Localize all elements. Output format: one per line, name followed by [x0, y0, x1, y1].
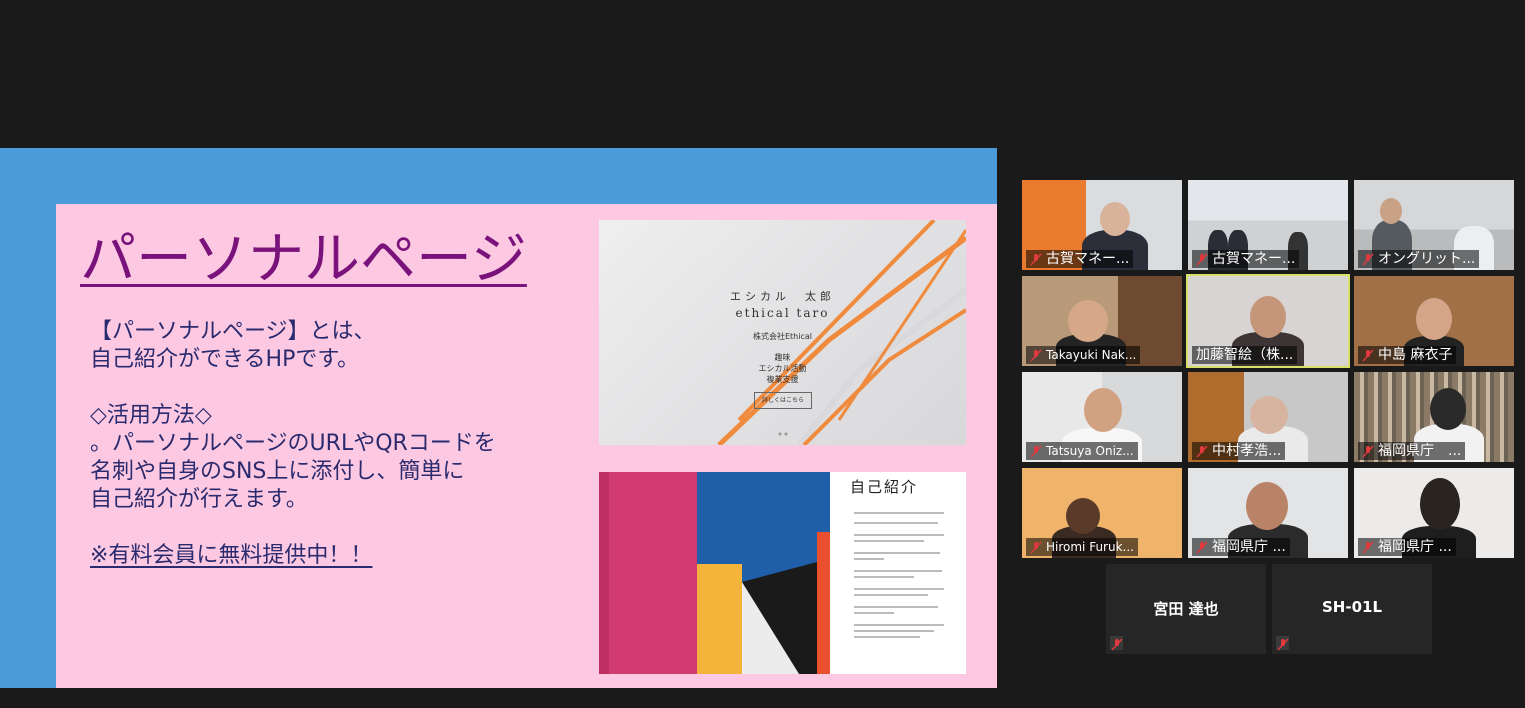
participant-name: 福岡県庁 ...: [1358, 442, 1466, 460]
participant-tile[interactable]: 古賀マネー...: [1022, 180, 1182, 270]
slide-intro: 【パーソナルページ】とは、 自己紹介ができるHPです。: [90, 319, 376, 372]
participant-tile[interactable]: 福岡県庁 ...: [1354, 372, 1514, 462]
muted-mic-icon: [1196, 541, 1208, 554]
muted-mic-icon: [1362, 349, 1374, 362]
sample-intro-heading: 自己紹介: [850, 478, 919, 496]
muted-mic-icon-container: [1110, 636, 1123, 651]
sample-text-line: [854, 540, 924, 542]
participant-name: 宮田 達也: [1153, 600, 1219, 618]
sample-text-line: [854, 552, 940, 554]
muted-mic-icon: [1362, 541, 1374, 554]
muted-mic-icon: [1030, 349, 1042, 362]
muted-mic-icon: [1030, 541, 1042, 554]
sample-text-line: [854, 522, 938, 524]
muted-mic-icon-container: [1276, 636, 1289, 651]
muted-mic-icon: [1030, 445, 1042, 458]
muted-mic-icon: [1277, 638, 1289, 651]
muted-mic-icon: [1196, 253, 1208, 266]
slide-usage: ◇活用方法◇ 。パーソナルページのURLやQRコードを 名刺や自身のSNS上に添…: [90, 403, 496, 512]
sample-text-line: [854, 594, 928, 596]
participant-name: 加藤智絵（株...: [1192, 346, 1298, 364]
sample-hobby-1: エシカル活動: [758, 364, 807, 373]
participant-name: Takayuki Nak...: [1026, 346, 1141, 364]
sample-text-line: [854, 588, 944, 590]
sample-text-line: [854, 534, 944, 536]
sample-text-line: [854, 570, 942, 572]
muted-mic-icon: [1111, 638, 1123, 651]
participant-tile[interactable]: Takayuki Nak...: [1022, 276, 1182, 366]
participant-name: 中島 麻衣子: [1358, 346, 1457, 364]
muted-mic-icon: [1362, 445, 1374, 458]
participant-name: Tatsuya Oniz...: [1026, 442, 1138, 460]
participant-tile[interactable]: Hiromi Furuk...: [1022, 468, 1182, 558]
sample-text-line: [854, 636, 920, 638]
slide-notice: ※有料会員に無料提供中！！: [90, 543, 373, 568]
sample-details-button: 詳しくはこちら: [754, 392, 812, 409]
participant-tile[interactable]: 福岡県庁 ...: [1354, 468, 1514, 558]
sample-hobby-label: 趣味: [774, 353, 791, 362]
personal-page-sample-intro: 自己紹介: [599, 472, 966, 674]
participant-tile[interactable]: 中島 麻衣子: [1354, 276, 1514, 366]
sample-text-line: [854, 630, 934, 632]
audio-only-participant-tile[interactable]: SH-01L: [1272, 564, 1432, 654]
sample-text-line: [854, 576, 914, 578]
participant-tile[interactable]: 福岡県庁 ...: [1188, 468, 1348, 558]
participant-tile[interactable]: Tatsuya Oniz...: [1022, 372, 1182, 462]
participant-name: 古賀マネー...: [1192, 250, 1300, 268]
presentation-slide: パーソナルページ 【パーソナルページ】とは、 自己紹介ができるHPです。 ◇活用…: [56, 204, 997, 688]
muted-mic-icon: [1362, 253, 1374, 266]
participant-tile-active-speaker[interactable]: 加藤智絵（株...: [1186, 274, 1350, 368]
muted-mic-icon: [1196, 445, 1208, 458]
participant-tile[interactable]: 中村孝浩...: [1188, 372, 1348, 462]
audio-only-participant-tile[interactable]: 宮田 達也: [1106, 564, 1266, 654]
participant-name: Hiromi Furuk...: [1026, 538, 1138, 556]
personal-page-sample-top: エシカル 太郎 ethical taro 株式会社Ethical 趣味 エシカル…: [599, 220, 966, 445]
sample-text-line: [854, 558, 884, 560]
participant-gallery: 古賀マネー... 古賀マネー... オングリット... Takayuki Nak…: [1022, 180, 1516, 560]
slide-title: パーソナルページ: [80, 227, 527, 292]
participant-name: 中村孝浩...: [1192, 442, 1286, 460]
sample-text-line: [854, 624, 944, 626]
participant-name: SH-01L: [1321, 598, 1382, 616]
muted-mic-icon: [1030, 253, 1042, 266]
sample-text-line: [854, 512, 944, 514]
sample-text-line: [854, 612, 894, 614]
shared-screen: パーソナルページ 【パーソナルページ】とは、 自己紹介ができるHPです。 ◇活用…: [0, 148, 997, 688]
participant-name: 古賀マネー...: [1026, 250, 1134, 268]
sample-name-jp: エシカル 太郎: [730, 290, 835, 303]
sample-name-en: ethical taro: [735, 306, 830, 320]
participant-name: 福岡県庁 ...: [1358, 538, 1456, 556]
sample-text-line: [854, 606, 938, 608]
color-block-art: [599, 472, 830, 674]
participant-tile[interactable]: 古賀マネー...: [1188, 180, 1348, 270]
participant-tile[interactable]: オングリット...: [1354, 180, 1514, 270]
sample-company: 株式会社Ethical: [752, 332, 812, 341]
sample-hobby-2: 複業支援: [766, 375, 799, 384]
participant-name: オングリット...: [1358, 250, 1480, 268]
participant-name: 福岡県庁 ...: [1192, 538, 1290, 556]
